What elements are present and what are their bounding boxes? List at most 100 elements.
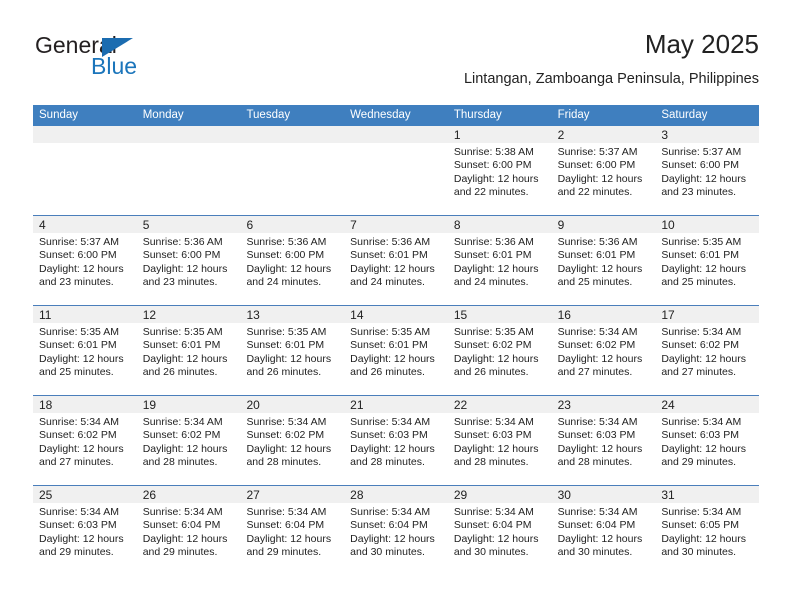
- daylight-text-line2: and 24 minutes.: [350, 276, 425, 289]
- day-cell[interactable]: 6 Sunrise: 5:36 AM Sunset: 6:00 PM Daylight…: [240, 216, 345, 305]
- sunset-text: Sunset: 6:02 PM: [142, 429, 221, 442]
- day-cell-empty: [33, 126, 137, 215]
- weekday-header-monday: Monday: [142, 109, 184, 121]
- day-details: Sunrise: 5:34 AM Sunset: 6:03 PM Daylight:…: [344, 413, 448, 470]
- day-number: 4: [39, 218, 46, 232]
- day-cell[interactable]: 1 Sunrise: 5:38 AM Sunset: 6:00 PM Daylight…: [447, 126, 552, 215]
- daylight-text-line2: and 23 minutes.: [142, 276, 218, 289]
- day-cell[interactable]: 19 Sunrise: 5:34 AM Sunset: 6:02 PM Dayligh…: [136, 396, 241, 485]
- day-number-band: 22: [447, 396, 552, 413]
- day-cell[interactable]: 4 Sunrise: 5:37 AM Sunset: 6:00 PM Daylight…: [33, 216, 137, 305]
- day-number-band: 26: [136, 486, 241, 503]
- day-number-band: 12: [136, 306, 241, 323]
- daylight-text-line1: Daylight: 12 hours: [453, 442, 539, 455]
- day-number: 10: [661, 218, 675, 232]
- day-number: 9: [557, 218, 565, 232]
- day-cell[interactable]: 21 Sunrise: 5:34 AM Sunset: 6:03 PM Dayligh…: [344, 396, 448, 485]
- weekday-header-tuesday: Tuesday: [246, 109, 291, 121]
- day-cell[interactable]: 29 Sunrise: 5:34 AM Sunset: 6:04 PM Dayligh…: [447, 486, 552, 575]
- day-number: 25: [39, 488, 53, 502]
- day-cell[interactable]: 30 Sunrise: 5:34 AM Sunset: 6:04 PM Dayligh…: [551, 486, 656, 575]
- weekday-header-row: Sunday Monday Tuesday Wednesday Thursday Frid…: [33, 105, 759, 126]
- calendar-week-row: 11 Sunrise: 5:35 AM Sunset: 6:01 PM Dayligh…: [33, 305, 760, 395]
- day-cell[interactable]: 31 Sunrise: 5:34 AM Sunset: 6:05 PM Dayligh…: [655, 486, 760, 575]
- day-details: Sunrise: 5:35 AM Sunset: 6:01 PM Daylight:…: [344, 323, 448, 380]
- day-number: 13: [246, 308, 260, 322]
- page-subtitle: Lintangan, Zamboanga Peninsula, Philippi…: [463, 71, 759, 87]
- daylight-text-line1: Daylight: 12 hours: [142, 352, 228, 365]
- sunset-text: Sunset: 6:02 PM: [661, 339, 739, 352]
- calendar-grid: Sunday Monday Tuesday Wednesday Thursday Frid…: [33, 105, 760, 575]
- sunset-text: Sunset: 6:03 PM: [661, 429, 739, 442]
- sunrise-text: Sunrise: 5:37 AM: [661, 146, 742, 158]
- sunset-text: Sunset: 6:00 PM: [39, 249, 117, 262]
- daylight-text-line2: and 25 minutes.: [661, 276, 737, 289]
- day-cell[interactable]: 9 Sunrise: 5:36 AM Sunset: 6:01 PM Daylight…: [551, 216, 656, 305]
- day-number-band: 8: [447, 216, 552, 233]
- sunset-text: Sunset: 6:01 PM: [246, 339, 325, 352]
- daylight-text-line2: and 30 minutes.: [350, 546, 425, 559]
- day-cell[interactable]: 17 Sunrise: 5:34 AM Sunset: 6:02 PM Dayligh…: [655, 306, 760, 395]
- sunset-text: Sunset: 6:02 PM: [453, 339, 532, 352]
- daylight-text-line1: Daylight: 12 hours: [557, 442, 643, 455]
- day-cell[interactable]: 22 Sunrise: 5:34 AM Sunset: 6:03 PM Dayligh…: [447, 396, 552, 485]
- sunrise-text: Sunrise: 5:35 AM: [246, 326, 327, 338]
- daylight-text-line1: Daylight: 12 hours: [453, 262, 539, 275]
- day-cell[interactable]: 16 Sunrise: 5:34 AM Sunset: 6:02 PM Dayligh…: [551, 306, 656, 395]
- day-cell[interactable]: 12 Sunrise: 5:35 AM Sunset: 6:01 PM Dayligh…: [136, 306, 241, 395]
- sunrise-text: Sunrise: 5:36 AM: [246, 236, 327, 248]
- day-cell[interactable]: 5 Sunrise: 5:36 AM Sunset: 6:00 PM Daylight…: [136, 216, 241, 305]
- sunset-text: Sunset: 6:03 PM: [557, 429, 636, 442]
- daylight-text-line1: Daylight: 12 hours: [661, 442, 746, 455]
- brand-logo[interactable]: General Blue: [33, 32, 263, 90]
- day-cell-empty: [344, 126, 448, 215]
- day-number: 29: [453, 488, 468, 502]
- day-details: Sunrise: 5:34 AM Sunset: 6:04 PM Daylight:…: [137, 503, 241, 560]
- day-cell[interactable]: 24 Sunrise: 5:34 AM Sunset: 6:03 PM Dayligh…: [655, 396, 760, 485]
- day-cell[interactable]: 28 Sunrise: 5:34 AM Sunset: 6:04 PM Dayligh…: [344, 486, 448, 575]
- daylight-text-line2: and 25 minutes.: [557, 276, 633, 289]
- sunrise-text: Sunrise: 5:34 AM: [142, 506, 223, 518]
- daylight-text-line2: and 23 minutes.: [39, 276, 114, 289]
- daylight-text-line1: Daylight: 12 hours: [661, 532, 746, 545]
- day-cell[interactable]: 11 Sunrise: 5:35 AM Sunset: 6:01 PM Dayligh…: [33, 306, 137, 395]
- day-details: Sunrise: 5:34 AM Sunset: 6:03 PM Daylight:…: [655, 413, 759, 470]
- day-number: 14: [350, 308, 364, 322]
- day-number: 17: [661, 308, 675, 322]
- day-cell[interactable]: 2 Sunrise: 5:37 AM Sunset: 6:00 PM Daylight…: [551, 126, 656, 215]
- day-number-band: 29: [447, 486, 552, 503]
- day-cell[interactable]: 18 Sunrise: 5:34 AM Sunset: 6:02 PM Dayligh…: [33, 396, 137, 485]
- day-number: 12: [142, 308, 157, 322]
- day-cell[interactable]: 26 Sunrise: 5:34 AM Sunset: 6:04 PM Dayligh…: [136, 486, 241, 575]
- day-details: Sunrise: 5:35 AM Sunset: 6:01 PM Daylight:…: [655, 233, 759, 290]
- daylight-text-line1: Daylight: 12 hours: [661, 262, 746, 275]
- day-cell[interactable]: 10 Sunrise: 5:35 AM Sunset: 6:01 PM Dayligh…: [655, 216, 760, 305]
- day-cell[interactable]: 15 Sunrise: 5:35 AM Sunset: 6:02 PM Dayligh…: [447, 306, 552, 395]
- day-details: Sunrise: 5:37 AM Sunset: 6:00 PM Daylight:…: [655, 143, 759, 200]
- day-cell[interactable]: 3 Sunrise: 5:37 AM Sunset: 6:00 PM Daylight…: [655, 126, 760, 215]
- daylight-text-line1: Daylight: 12 hours: [142, 532, 228, 545]
- daylight-text-line1: Daylight: 12 hours: [246, 532, 332, 545]
- day-cell[interactable]: 25 Sunrise: 5:34 AM Sunset: 6:03 PM Dayligh…: [33, 486, 137, 575]
- day-number-band: 9: [551, 216, 656, 233]
- daylight-text-line2: and 27 minutes.: [557, 366, 633, 379]
- daylight-text-line2: and 26 minutes.: [350, 366, 425, 379]
- sunrise-text: Sunrise: 5:34 AM: [661, 326, 742, 338]
- day-number-band: 19: [136, 396, 241, 413]
- day-number-band: 13: [240, 306, 345, 323]
- day-details: Sunrise: 5:34 AM Sunset: 6:04 PM Daylight:…: [552, 503, 656, 560]
- sunset-text: Sunset: 6:01 PM: [350, 249, 428, 262]
- day-cell[interactable]: 14 Sunrise: 5:35 AM Sunset: 6:01 PM Dayligh…: [344, 306, 448, 395]
- sunset-text: Sunset: 6:03 PM: [453, 429, 532, 442]
- daylight-text-line1: Daylight: 12 hours: [142, 262, 228, 275]
- day-cell[interactable]: 13 Sunrise: 5:35 AM Sunset: 6:01 PM Dayligh…: [240, 306, 345, 395]
- sunrise-text: Sunrise: 5:37 AM: [39, 236, 119, 248]
- sunset-text: Sunset: 6:05 PM: [661, 519, 739, 532]
- sunset-text: Sunset: 6:00 PM: [246, 249, 325, 262]
- day-cell[interactable]: 20 Sunrise: 5:34 AM Sunset: 6:02 PM Dayligh…: [240, 396, 345, 485]
- day-cell[interactable]: 7 Sunrise: 5:36 AM Sunset: 6:01 PM Daylight…: [344, 216, 448, 305]
- day-cell[interactable]: 27 Sunrise: 5:34 AM Sunset: 6:04 PM Dayligh…: [240, 486, 345, 575]
- day-cell[interactable]: 23 Sunrise: 5:34 AM Sunset: 6:03 PM Dayligh…: [551, 396, 656, 485]
- day-number: 30: [557, 488, 571, 502]
- day-cell[interactable]: 8 Sunrise: 5:36 AM Sunset: 6:01 PM Daylight…: [447, 216, 552, 305]
